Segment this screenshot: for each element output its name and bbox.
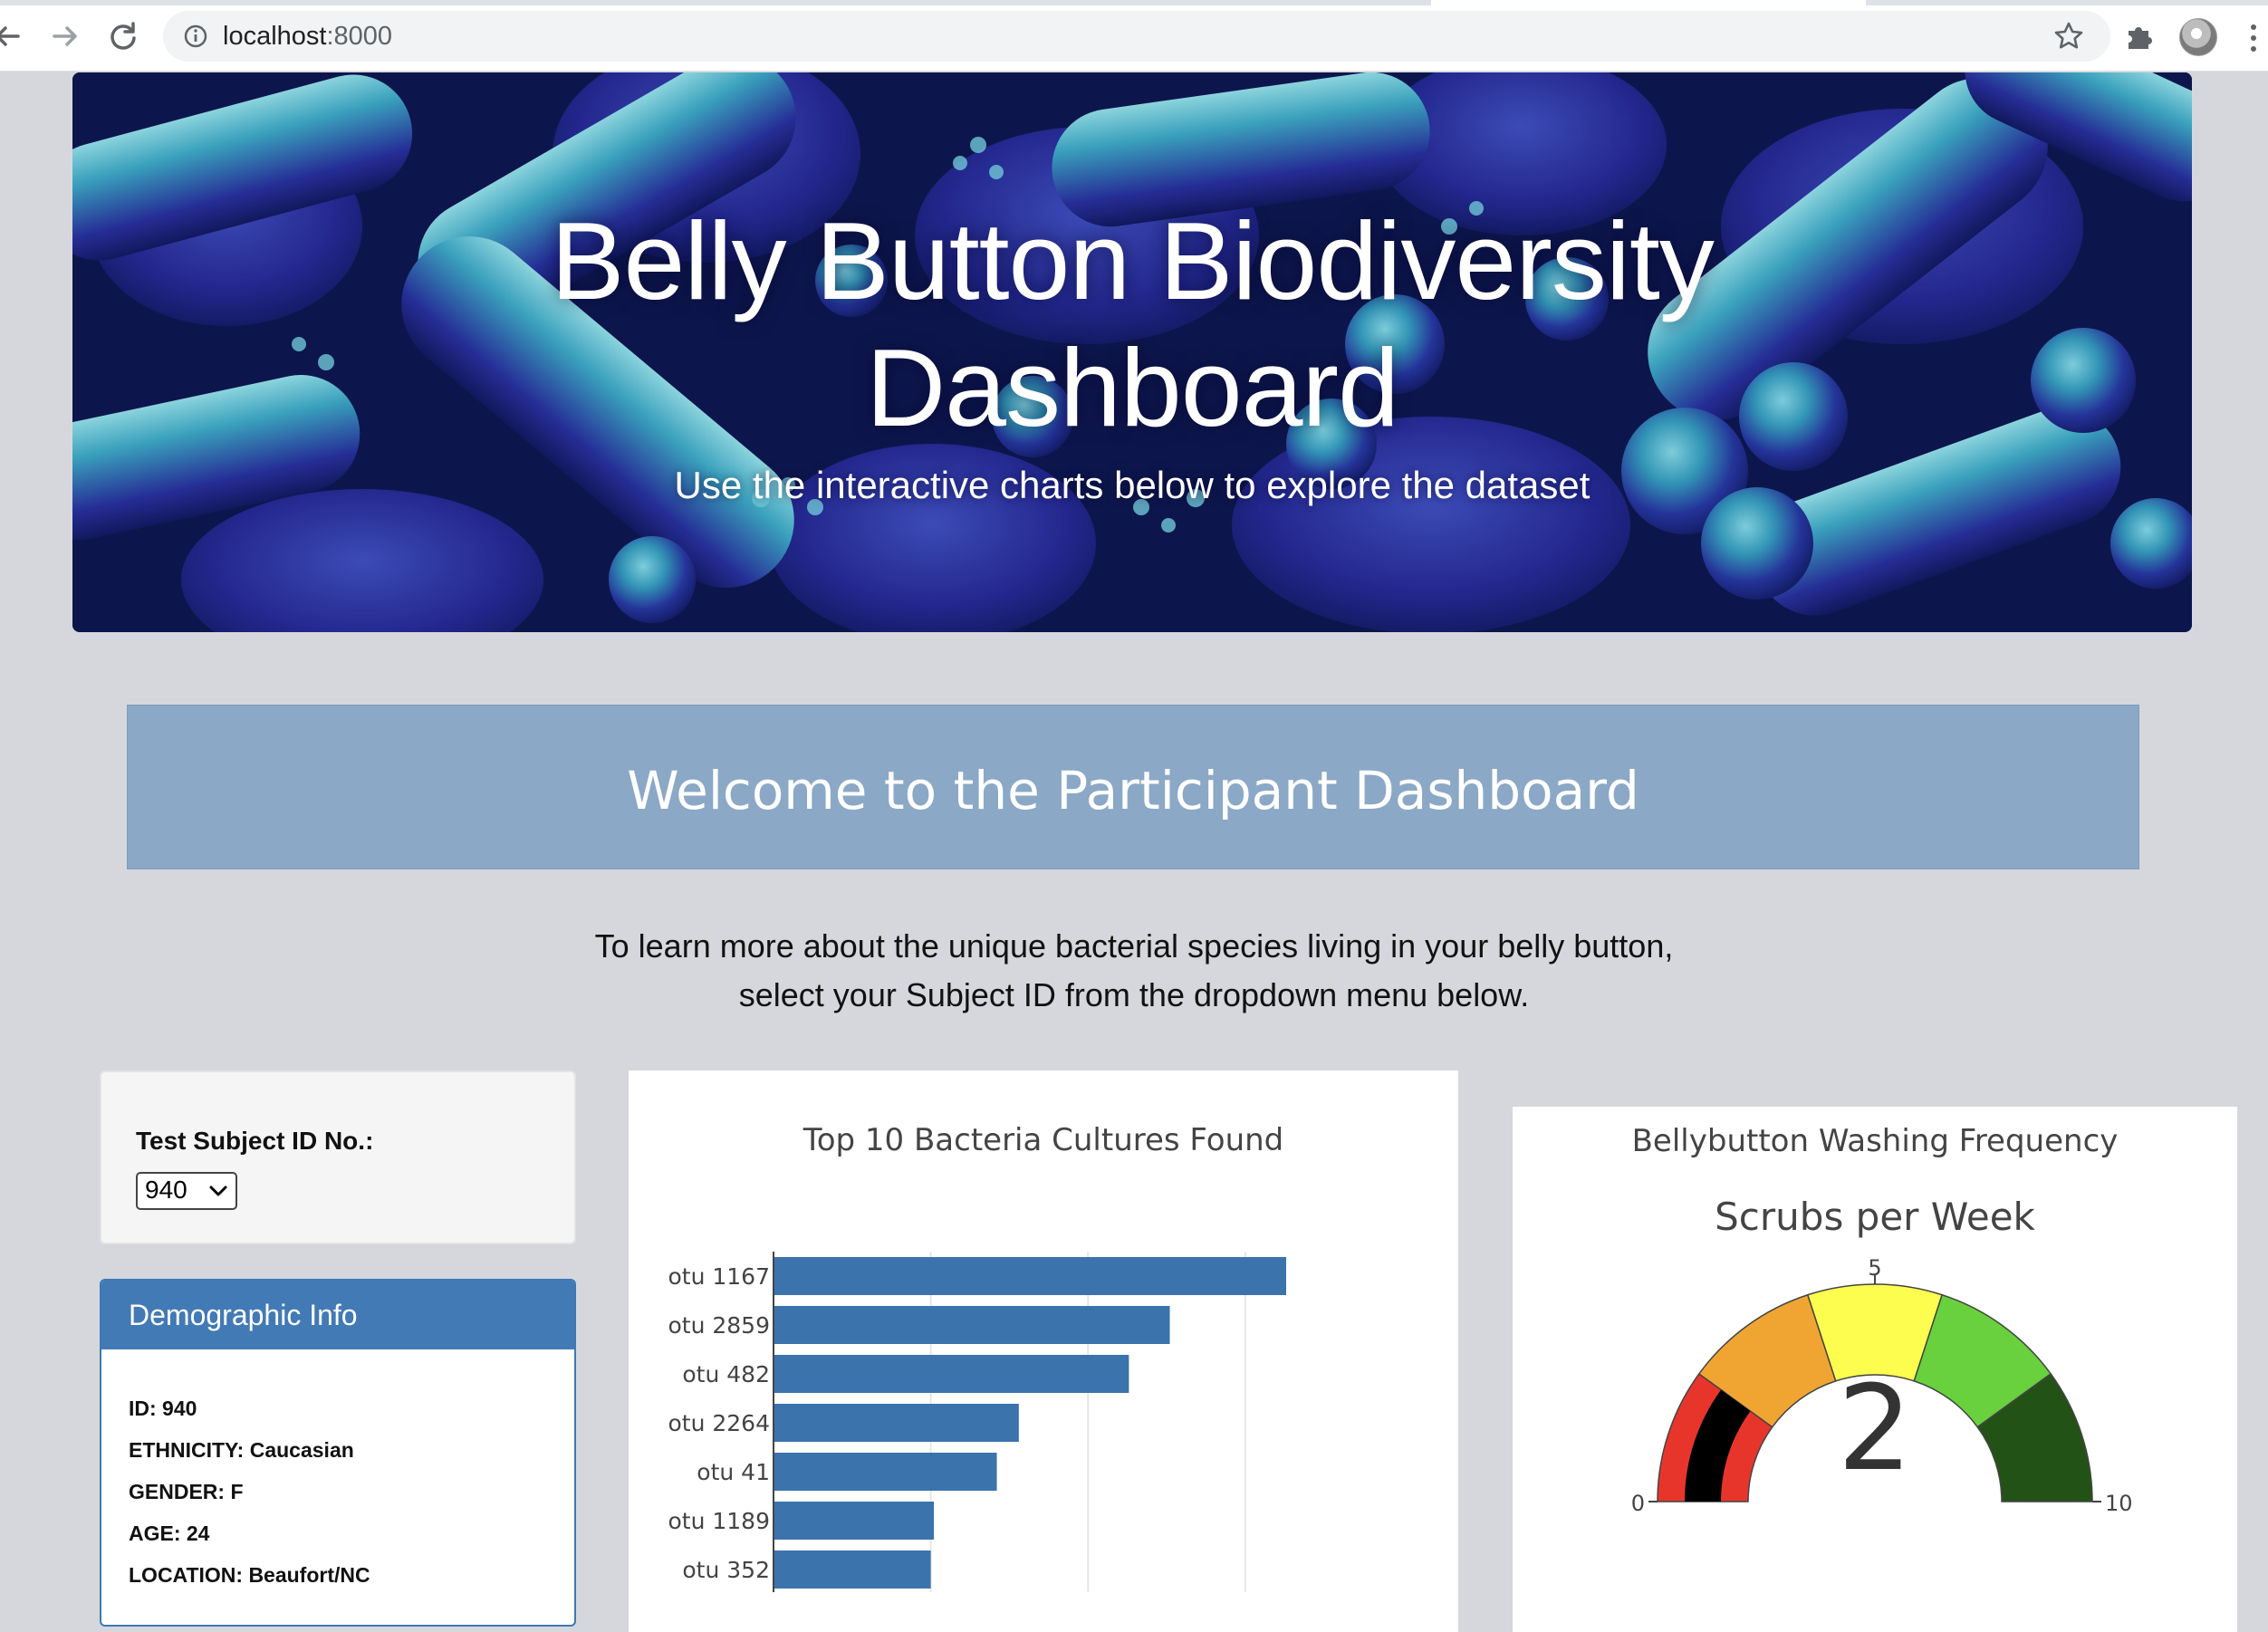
subject-selector-panel: Test Subject ID No.: 940 [100, 1070, 576, 1244]
bar-otu-1167[interactable] [774, 1257, 1286, 1295]
intro-text: To learn more about the unique bacterial… [0, 922, 2268, 1020]
bar-otu-1189[interactable] [774, 1502, 935, 1540]
intro-line1: To learn more about the unique bacterial… [594, 927, 1674, 965]
browser-toolbar: localhost:8000 [0, 0, 2268, 72]
subject-id-dropdown[interactable]: 940 [136, 1172, 237, 1210]
gauge-value-number: 2 [1838, 1359, 1913, 1497]
subject-id-label: Test Subject ID No.: [136, 1127, 374, 1155]
back-arrow-icon[interactable] [0, 16, 27, 56]
tab-strip-right [1866, 0, 2268, 5]
bar-category-label: otu 352 [682, 1557, 770, 1583]
tab-strip [0, 0, 1431, 5]
bar-otu-41[interactable] [774, 1453, 997, 1491]
url-text: localhost:8000 [223, 22, 392, 52]
bar-chart-title: Top 10 Bacteria Cultures Found [802, 1122, 1284, 1158]
hero-title: Belly Button Biodiversity Dashboard [72, 197, 2192, 451]
more-menu-icon[interactable] [2244, 22, 2263, 54]
bar-category-label: otu 482 [682, 1361, 770, 1387]
gauge-tick-label: 10 [2105, 1491, 2133, 1516]
hero-title-line2: Dashboard [866, 326, 1399, 449]
bar-category-label: otu 1189 [668, 1508, 770, 1534]
bar-chart-category-labels: otu 1167 otu 2859 otu 482 otu 2264 otu 41 otu… [668, 1263, 770, 1583]
address-bar[interactable]: localhost:8000 [163, 11, 2110, 62]
demographic-info-header: Demographic Info [101, 1281, 574, 1349]
demographic-info-panel: Demographic Info ID: 940 ETHNICITY: Cauc… [100, 1279, 576, 1627]
bar-category-label: otu 1167 [668, 1263, 770, 1290]
bar-chart-bars [774, 1257, 1286, 1589]
intro-line2: select your Subject ID from the dropdown… [738, 976, 1530, 1013]
url-host: localhost [223, 22, 327, 51]
gauge-chart-title: Bellybutton Washing Frequency [1632, 1123, 2119, 1159]
bar-otu-2264[interactable] [774, 1404, 1019, 1442]
bar-otu-352[interactable] [774, 1550, 931, 1589]
bar-chart-panel: Top 10 Bacteria Cultures Found otu 1167 o… [629, 1070, 1458, 1632]
extensions-puzzle-icon[interactable] [2123, 20, 2156, 53]
gauge-chart: Bellybutton Washing Frequency Scrubs per… [1631, 1123, 2133, 1516]
chevron-down-icon [209, 1186, 227, 1196]
hero-subtitle: Use the interactive charts below to expl… [674, 464, 1590, 506]
subject-id-value: 940 [145, 1176, 187, 1204]
demographic-row-ethnicity: ETHNICITY: Caucasian [129, 1438, 354, 1462]
bookmark-star-icon[interactable] [2052, 20, 2085, 53]
demographic-row-gender: GENDER: F [129, 1480, 244, 1503]
welcome-heading: Welcome to the Participant Dashboard [627, 760, 1639, 821]
bar-chart: Top 10 Bacteria Cultures Found otu 1167o… [668, 1122, 1286, 1592]
hero-title-line1: Belly Button Biodiversity [551, 199, 1715, 322]
forward-arrow-icon[interactable] [45, 16, 85, 56]
profile-avatar[interactable] [2179, 18, 2217, 56]
demographic-row-id: ID: 940 [129, 1397, 197, 1420]
demographic-row-age: AGE: 24 [129, 1522, 210, 1545]
reload-icon[interactable] [103, 16, 143, 56]
gauge-tick-label: 5 [1868, 1255, 1881, 1281]
url-port: :8000 [326, 22, 393, 51]
info-icon[interactable] [183, 24, 208, 49]
bar-otu-2859[interactable] [774, 1306, 1170, 1344]
bar-otu-482[interactable] [774, 1355, 1129, 1393]
gauge-chart-panel: Bellybutton Washing Frequency Scrubs per… [1513, 1107, 2237, 1632]
bar-category-label: otu 2264 [668, 1410, 770, 1436]
bar-category-label: otu 41 [697, 1459, 770, 1485]
bar-category-label: otu 2859 [668, 1312, 770, 1339]
demographic-row-location: LOCATION: Beaufort/NC [129, 1563, 370, 1587]
welcome-banner: Welcome to the Participant Dashboard [127, 705, 2139, 869]
gauge-tick-label: 0 [1631, 1491, 1645, 1516]
demographic-info-title: Demographic Info [129, 1299, 358, 1331]
gauge-chart-subtitle: Scrubs per Week [1715, 1195, 2035, 1239]
hero-banner: Belly Button Biodiversity Dashboard Use … [72, 72, 2192, 632]
